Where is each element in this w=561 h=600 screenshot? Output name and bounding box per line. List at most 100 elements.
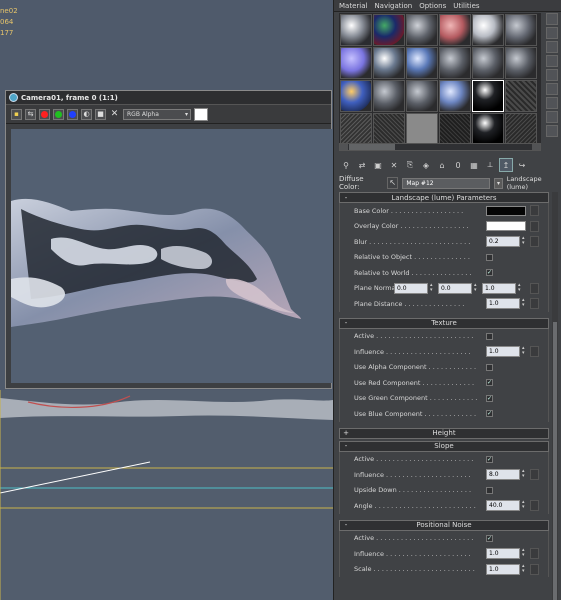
map-slot-button[interactable] [530,548,539,559]
material-slot[interactable] [373,47,405,79]
material-slot[interactable] [406,14,438,46]
map-type-button[interactable]: Landscape (lume) [507,175,561,191]
clone-window-icon[interactable]: ⇆ [25,108,36,120]
material-slot[interactable] [505,14,537,46]
material-slot[interactable] [505,80,537,112]
use-green-checkbox[interactable]: ✓ [486,394,493,402]
go-to-parent-icon[interactable]: ↥ [499,158,513,172]
backlight-icon[interactable] [546,27,558,39]
material-slot[interactable] [505,47,537,79]
map-dropdown-icon[interactable]: ▾ [494,177,503,189]
reset-map-icon[interactable]: ✕ [387,158,401,172]
plane-normal-y-spinner[interactable]: 0.0 [438,282,472,294]
plane-normal-x-spinner[interactable]: 0.0 [394,282,428,294]
rollout-header[interactable]: + Height [339,427,549,439]
material-slot[interactable] [373,80,405,112]
make-copy-icon[interactable]: ⎘ [403,158,417,172]
blur-spinner[interactable]: 0.2 [486,236,520,247]
material-slot[interactable] [439,80,471,112]
map-slot-button[interactable] [530,346,539,357]
map-slot-button[interactable] [530,282,539,294]
alpha-channel-button[interactable]: ◐ [81,108,92,120]
material-slot[interactable] [439,14,471,46]
select-by-material-icon[interactable] [546,111,558,123]
menu-navigation[interactable]: Navigation [374,2,412,10]
scroll-thumb[interactable] [553,322,557,600]
menu-material[interactable]: Material [339,2,367,10]
noise-influence-spinner[interactable]: 1.0 [486,548,520,559]
material-slot[interactable] [472,47,504,79]
base-color-swatch[interactable] [486,205,526,216]
map-slot-button[interactable] [530,236,539,247]
use-blue-checkbox[interactable]: ✓ [486,410,493,417]
material-slot[interactable] [340,47,372,79]
use-red-checkbox[interactable]: ✓ [486,379,493,386]
material-effects-channel-icon[interactable]: 0 [451,158,465,172]
get-material-icon[interactable]: ⚲ [339,158,353,172]
map-slot-button[interactable] [530,469,539,480]
channel-display-select[interactable]: RGB Alpha [123,108,191,120]
map-slot-button[interactable] [530,563,539,575]
material-slot[interactable] [439,113,471,145]
noise-active-checkbox[interactable]: ✓ [486,534,493,542]
show-map-in-viewport-icon[interactable]: ▦ [467,158,481,172]
sample-type-icon[interactable] [546,13,558,25]
rollout-header[interactable]: - Slope [339,440,549,452]
texture-active-checkbox[interactable] [486,332,493,340]
rollout-header[interactable]: - Texture [339,317,549,329]
assign-to-selection-icon[interactable]: ▣ [371,158,385,172]
material-slot[interactable] [373,14,405,46]
rollout-header[interactable]: - Positional Noise [339,519,549,531]
pick-material-icon[interactable]: ↖ [387,177,399,189]
material-slot[interactable] [373,113,405,145]
scroll-left-icon[interactable] [340,144,348,150]
spinner-arrows-icon[interactable]: ▴ ▾ [518,282,524,294]
texture-influence-spinner[interactable]: 1.0 [486,346,520,357]
blue-channel-button[interactable] [67,108,78,120]
use-alpha-checkbox[interactable] [486,363,493,371]
material-slot[interactable] [505,113,537,145]
material-slot[interactable] [406,47,438,79]
map-slot-button[interactable] [530,205,539,216]
spinner-arrows-icon[interactable]: ▴ ▾ [522,563,528,575]
map-slot-button[interactable] [530,500,539,511]
material-slot[interactable] [472,113,504,145]
upside-down-checkbox[interactable] [486,486,493,494]
plane-normal-z-spinner[interactable]: 1.0 [482,282,516,294]
material-slot[interactable] [340,14,372,46]
noise-scale-spinner[interactable]: 1.0 [486,563,520,575]
make-preview-icon[interactable] [546,83,558,95]
red-channel-button[interactable] [39,108,50,120]
material-slot[interactable] [472,14,504,46]
relative-world-checkbox[interactable]: ✓ [486,269,493,276]
spinner-arrows-icon[interactable]: ▴ ▾ [474,282,480,294]
spinner-arrows-icon[interactable]: ▴ ▾ [522,236,528,247]
relative-object-checkbox[interactable] [486,253,493,261]
clear-button[interactable]: ✕ [109,109,120,120]
material-slot[interactable] [406,80,438,112]
put-to-library-icon[interactable]: ⌂ [435,158,449,172]
spinner-arrows-icon[interactable]: ▴ ▾ [522,500,528,511]
go-forward-to-sibling-icon[interactable]: ↪ [515,158,529,172]
spinner-arrows-icon[interactable]: ▴ ▾ [522,346,528,357]
background-color-swatch[interactable] [194,107,208,121]
map-slot-button[interactable] [530,298,539,309]
slope-influence-spinner[interactable]: 8.0 [486,469,520,480]
green-channel-button[interactable] [53,108,64,120]
material-slot[interactable] [340,113,372,145]
background-checker-icon[interactable] [546,41,558,53]
material-slot[interactable] [340,80,372,112]
spinner-arrows-icon[interactable]: ▴ ▾ [522,548,528,559]
make-unique-icon[interactable]: ◈ [419,158,433,172]
put-to-scene-icon[interactable]: ⇄ [355,158,369,172]
video-color-check-icon[interactable] [546,69,558,81]
material-navigator-icon[interactable] [546,125,558,137]
monochrome-button[interactable]: ■ [95,108,106,120]
rollout-header[interactable]: - Landscape (lume) Parameters [339,192,549,203]
options-icon[interactable] [546,97,558,109]
rollout-vertical-scrollbar[interactable] [552,192,558,600]
sample-uv-tiling-icon[interactable] [546,55,558,67]
plane-distance-spinner[interactable]: 1.0 [486,298,520,309]
spinner-arrows-icon[interactable]: ▴ ▾ [522,298,528,309]
render-window-titlebar[interactable]: Camera01, frame 0 (1:1) [6,91,331,105]
